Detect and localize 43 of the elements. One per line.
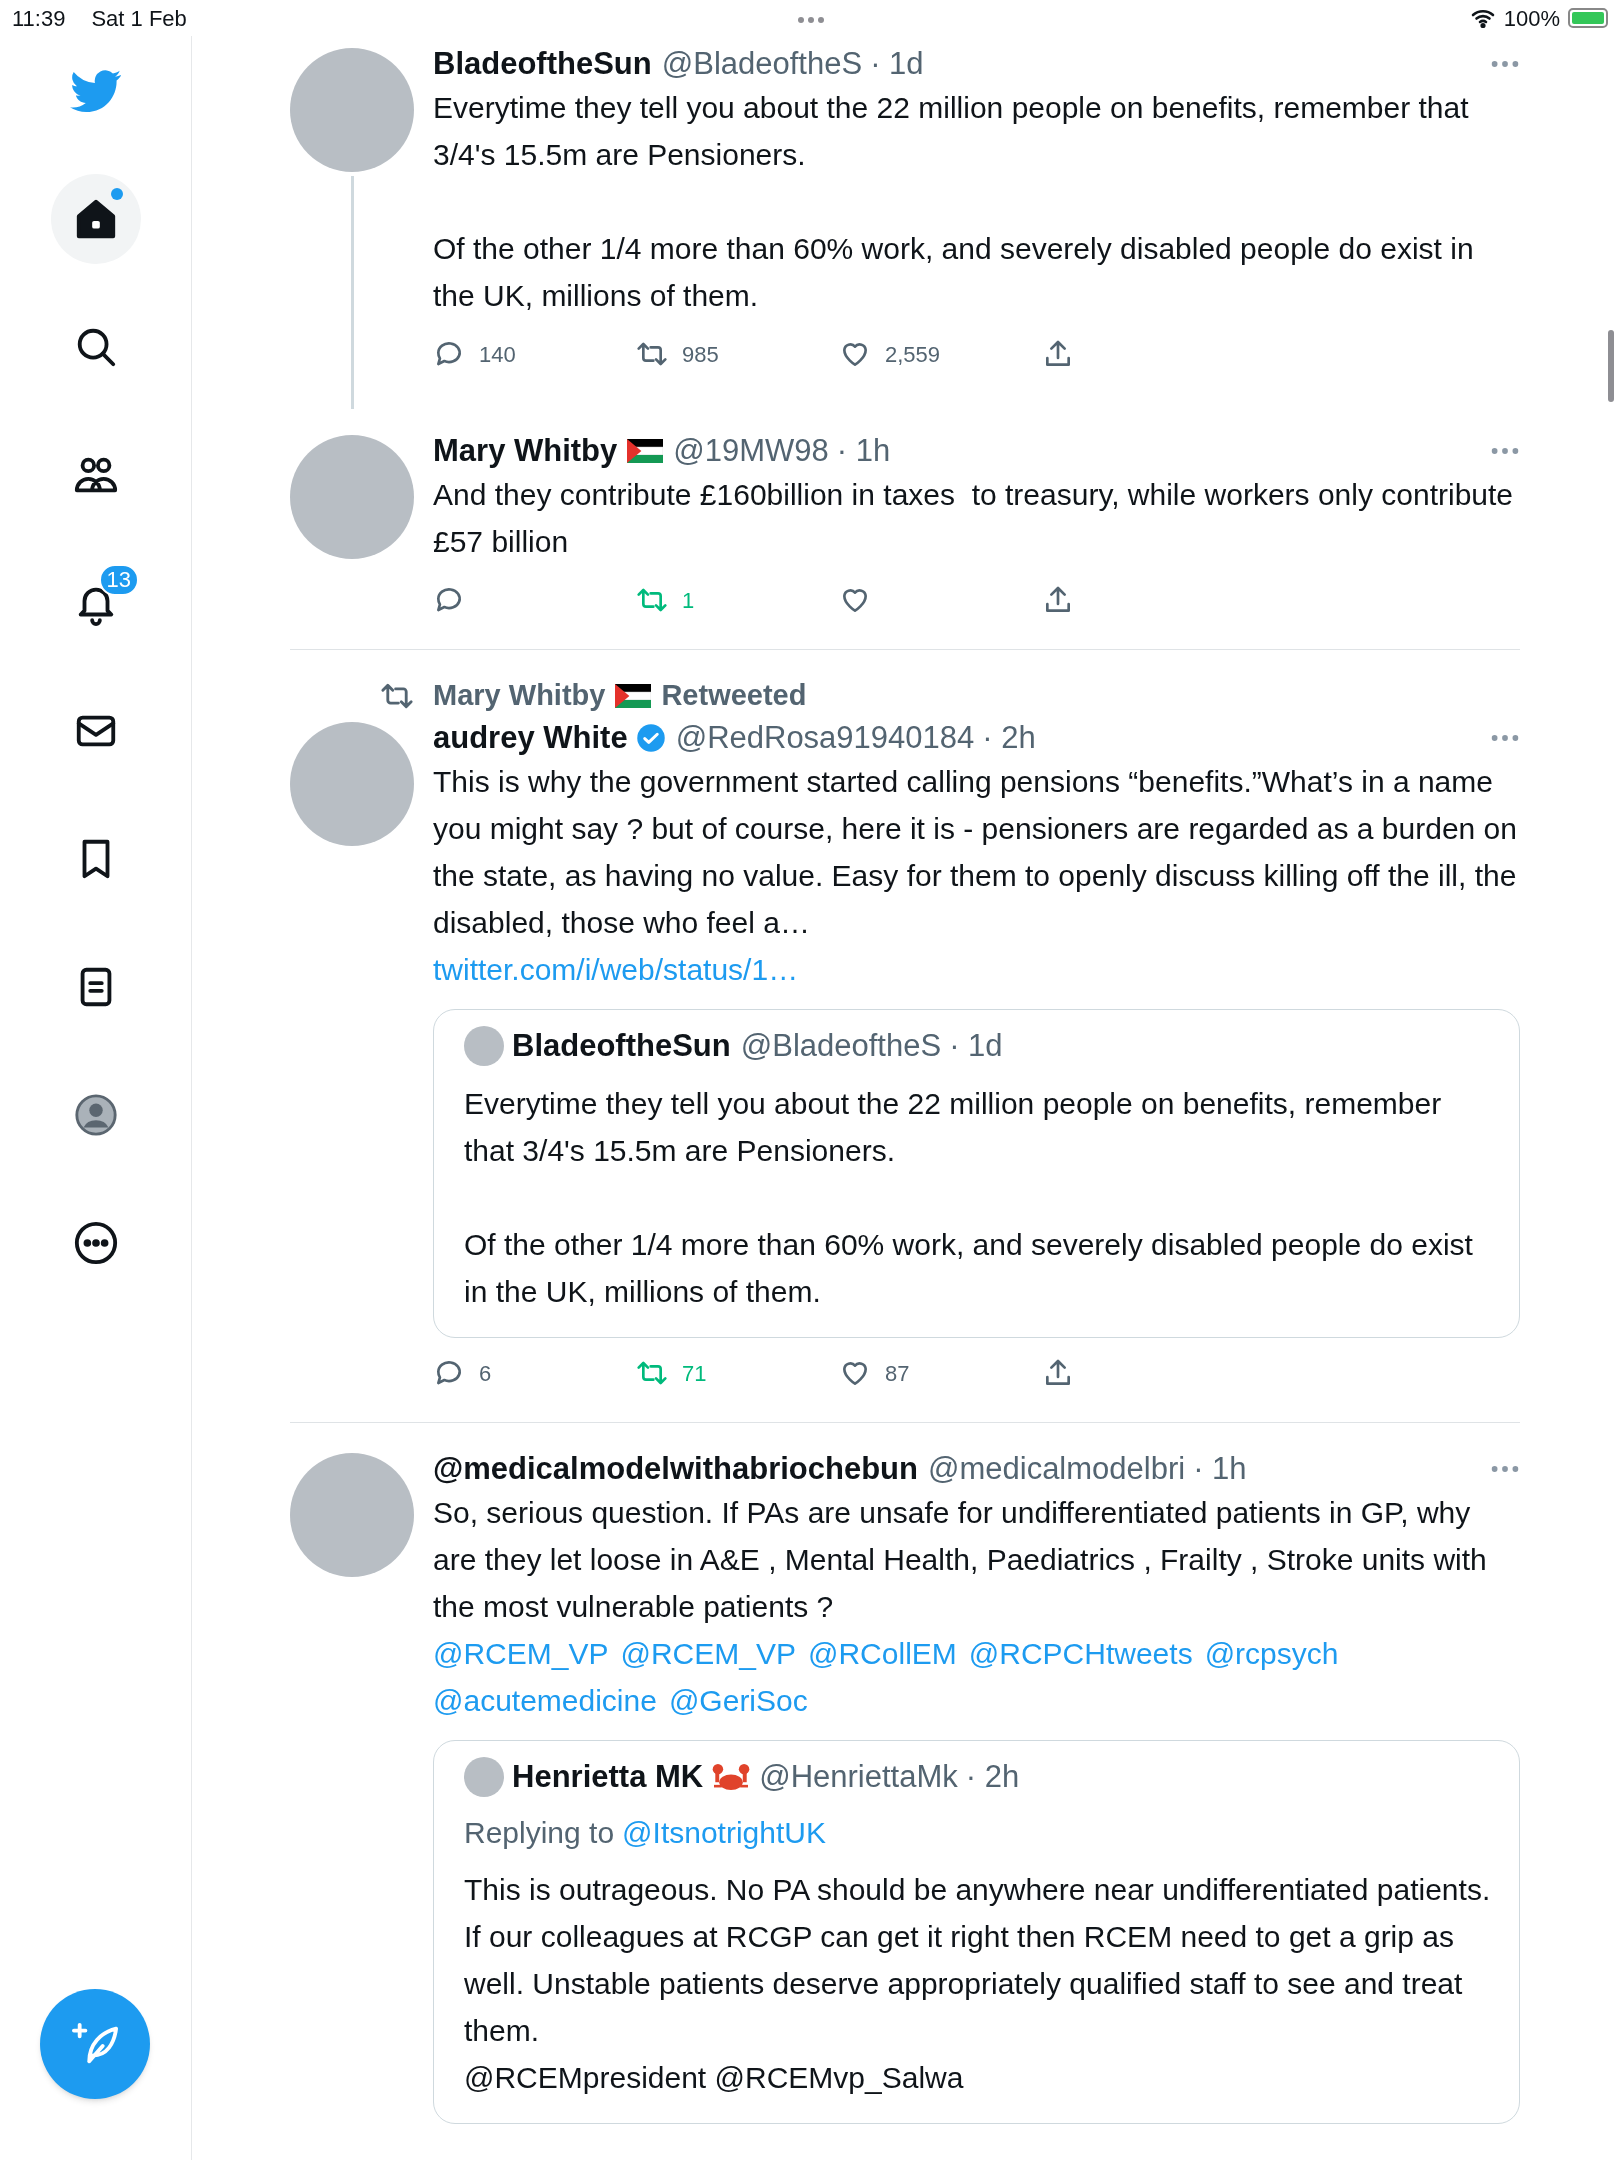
like-button[interactable]: 2,559 <box>839 337 1042 371</box>
replying-to-label: Replying to <box>464 1815 615 1851</box>
tweet-time: · 1h <box>836 431 891 470</box>
tweet-time: · 2h <box>982 718 1036 757</box>
tweet-text: And they contribute £160billion in taxes to treasury, while workers only contribute £57 billion <box>433 477 1514 560</box>
tweet-text: This is why the government started calling pensions “benefits.”What’s in a name you might say ? but of course, here it is - pensioners are regarded as a burden on the state, as having no value. Easy for them to openly discuss killing off the ill, the disabled, those who feel a… <box>433 764 1518 941</box>
scrollbar[interactable] <box>1608 330 1614 402</box>
status-time: 11:39 <box>12 4 66 33</box>
more-options-icon[interactable] <box>1490 59 1520 69</box>
author-handle: @HenriettaMk <box>759 1757 958 1796</box>
more-icon <box>72 1220 119 1266</box>
tweet-time: · 2h <box>965 1757 1020 1796</box>
author-name[interactable]: BladeoftheSun <box>433 40 652 88</box>
tweet-time: · 1h <box>1193 1449 1247 1488</box>
author-name: BladeoftheSun <box>512 1026 731 1065</box>
author-handle[interactable]: @BladeoftheS <box>661 40 863 88</box>
battery-percentage: 100% <box>1503 4 1560 33</box>
battery-icon <box>1568 8 1608 28</box>
more-options-icon[interactable] <box>1490 1464 1520 1474</box>
tweet-text: So, serious question. If PAs are unsafe for undifferentiated patients in GP, why are they let loose in A&E , Mental Health, Paediatrics , Frailty , Stroke units with the most vulnerable patients ? <box>433 1495 1488 1625</box>
reply-button[interactable]: 140 <box>433 337 636 371</box>
author-name[interactable]: @medicalmodelwithabriochebun <box>433 1445 918 1493</box>
more-options-icon[interactable] <box>1490 733 1520 743</box>
quoted-tweet-text: This is outrageous. No PA should be anywhere near undifferentiated patients. If our colleagues at RCGP can get it right then RCEM need to get a grip as well. Unstable patients deserve appropriately qualified staff to see and treat them. @RCEMpresident @RCEMvp_Salwa <box>464 1872 1492 2096</box>
tweet-time: · 1d <box>949 1026 1003 1065</box>
author-handle[interactable]: @medicalmodelbri <box>927 1445 1186 1493</box>
reply-button[interactable]: 6 <box>433 1356 636 1390</box>
author-handle[interactable]: @19MW98 <box>673 427 829 475</box>
retweet-button[interactable]: 985 <box>636 337 839 371</box>
retweeted-label: Retweeted <box>661 678 807 714</box>
tweet-time: · 1d <box>870 44 924 83</box>
like-button[interactable]: 87 <box>839 1356 1042 1390</box>
notification-badge: 13 <box>98 564 139 596</box>
author-handle: @BladeoftheS <box>740 1026 942 1065</box>
status-date: Sat 1 Feb <box>91 4 187 33</box>
author-handle[interactable]: @RedRosa91940184 <box>675 714 975 762</box>
tweet-text: Everytime they tell you about the 22 million people on benefits, remember that 3/4's 15.5m are Pensioners. Of the other 1/4 more than 60% work, and severely disabled people do exist in the UK, millions of them. <box>433 90 1475 314</box>
avatar-icon <box>72 1092 119 1138</box>
quoted-tweet-card[interactable] <box>433 1009 1520 1338</box>
quoted-tweet-text: Everytime they tell you about the 22 million people on benefits, remember that 3/4's 15.5m are Pensioners. Of the other 1/4 more than 60% work, and severely disabled people do exist in the UK, millions of them. <box>464 1086 1474 1310</box>
author-name[interactable]: Mary Whitby <box>433 427 618 475</box>
author-name: Henrietta MK <box>512 1757 704 1796</box>
more-options-icon[interactable] <box>1490 446 1520 456</box>
